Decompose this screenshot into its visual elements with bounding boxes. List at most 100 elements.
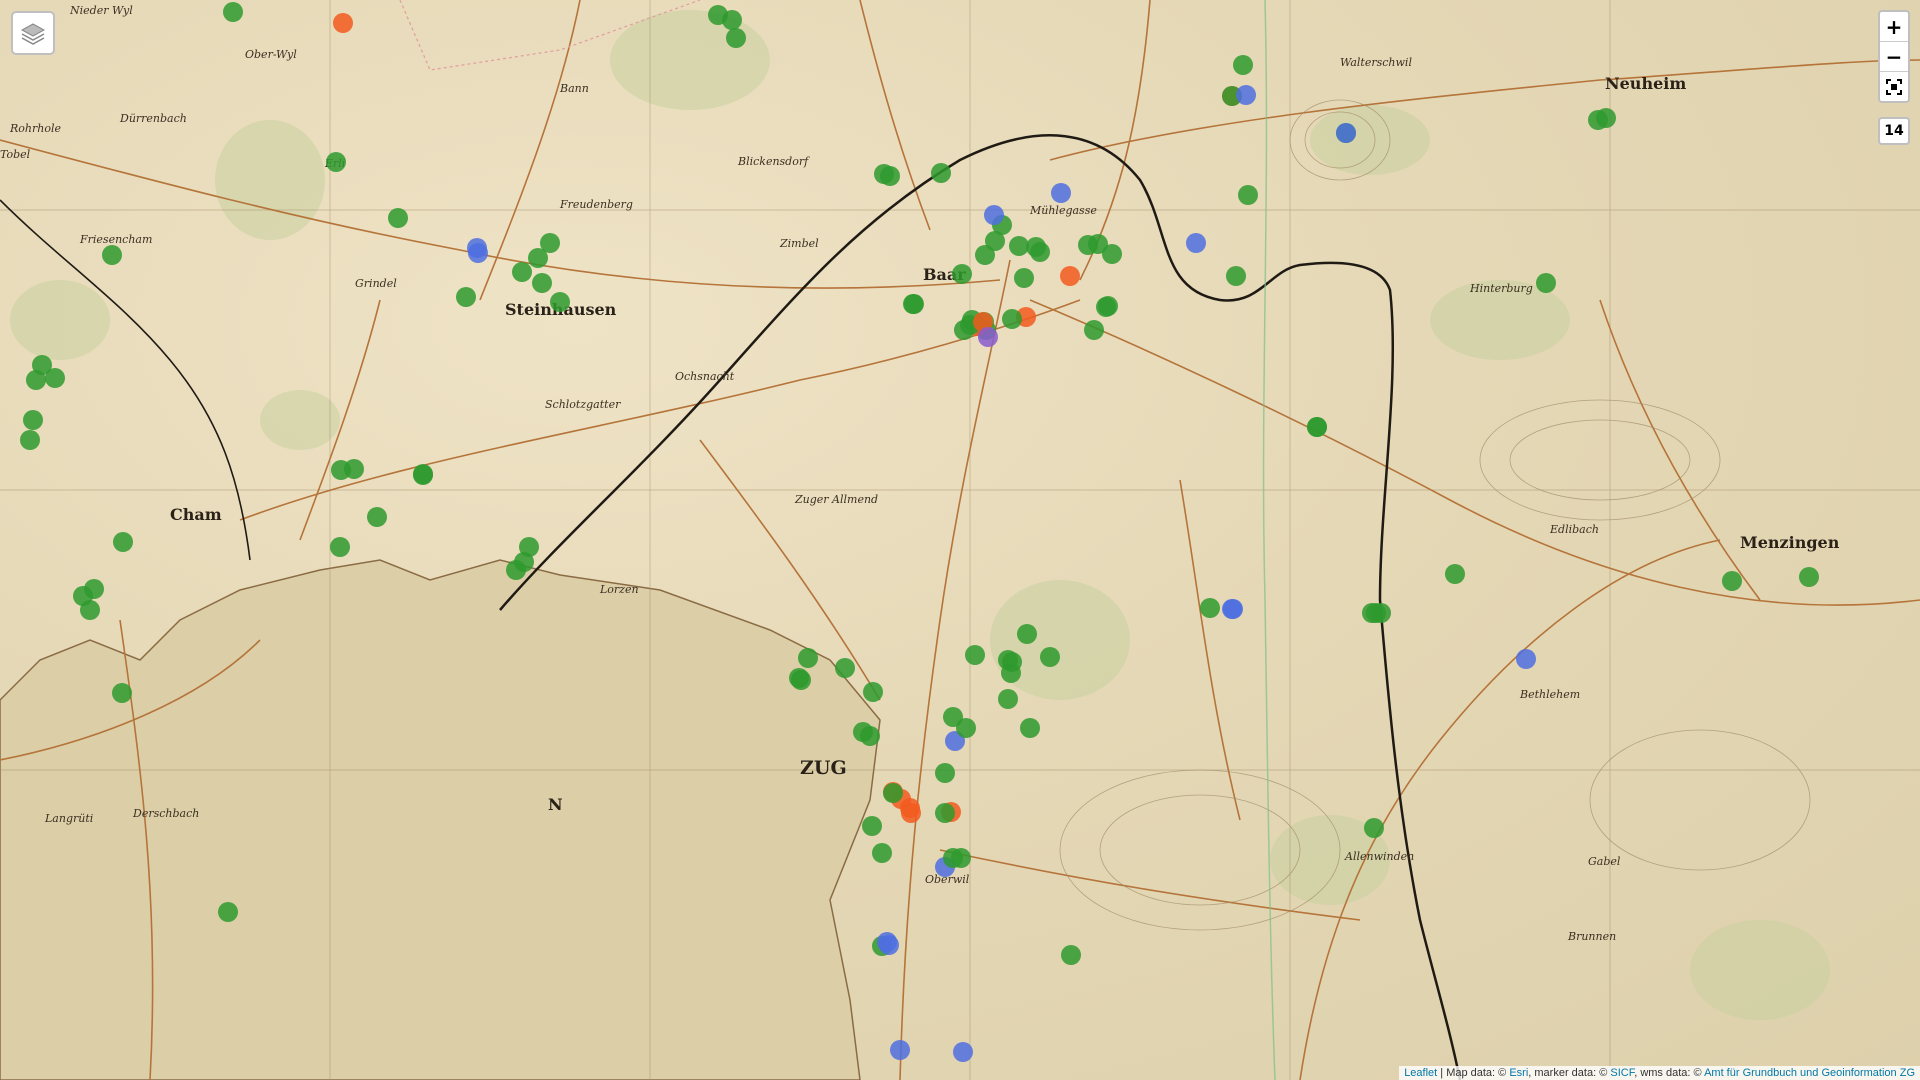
map-marker-green[interactable] bbox=[1017, 624, 1037, 644]
sicf-link[interactable]: SICF bbox=[1610, 1067, 1634, 1079]
leaflet-link[interactable]: Leaflet bbox=[1404, 1067, 1437, 1079]
map-marker-green[interactable] bbox=[1096, 297, 1116, 317]
map-marker-green[interactable] bbox=[326, 152, 346, 172]
map-marker-blue[interactable] bbox=[1336, 123, 1356, 143]
layer-switcher-button[interactable] bbox=[11, 11, 55, 55]
map-marker-orange[interactable] bbox=[333, 13, 353, 33]
map-marker-green[interactable] bbox=[1238, 185, 1258, 205]
map-marker-green[interactable] bbox=[102, 245, 122, 265]
map-marker-blue[interactable] bbox=[890, 1040, 910, 1060]
map-marker-green[interactable] bbox=[1307, 417, 1327, 437]
contours bbox=[1059, 99, 1811, 931]
map-marker-green[interactable] bbox=[528, 248, 548, 268]
zoom-level-display: 14 bbox=[1878, 117, 1910, 145]
agi-link[interactable]: Amt für Grundbuch und Geoinformation ZG bbox=[1704, 1067, 1915, 1079]
map-marker-green[interactable] bbox=[835, 658, 855, 678]
map-marker-green[interactable] bbox=[798, 648, 818, 668]
map-marker-green[interactable] bbox=[1014, 268, 1034, 288]
fullscreen-icon bbox=[1886, 78, 1902, 95]
map-marker-green[interactable] bbox=[506, 560, 526, 580]
map-marker-green[interactable] bbox=[726, 28, 746, 48]
map-marker-green[interactable] bbox=[1002, 309, 1022, 329]
map-marker-blue[interactable] bbox=[1516, 649, 1536, 669]
map-marker-green[interactable] bbox=[1722, 571, 1742, 591]
attribution-text-3: , wms data: © bbox=[1634, 1067, 1705, 1079]
map-marker-green[interactable] bbox=[863, 682, 883, 702]
map-marker-green[interactable] bbox=[1445, 564, 1465, 584]
map-marker-blue[interactable] bbox=[984, 205, 1004, 225]
map-marker-green[interactable] bbox=[1799, 567, 1819, 587]
map-marker-green[interactable] bbox=[956, 718, 976, 738]
map-marker-green[interactable] bbox=[965, 645, 985, 665]
map-marker-blue[interactable] bbox=[467, 238, 487, 258]
map-marker-orange[interactable] bbox=[901, 803, 921, 823]
map-marker-green[interactable] bbox=[862, 816, 882, 836]
map-marker-green[interactable] bbox=[223, 2, 243, 22]
map-marker-green[interactable] bbox=[1088, 234, 1108, 254]
map-marker-green[interactable] bbox=[218, 902, 238, 922]
map-marker-green[interactable] bbox=[20, 430, 40, 450]
map-marker-green[interactable] bbox=[1200, 598, 1220, 618]
map-marker-green[interactable] bbox=[330, 537, 350, 557]
map-marker-green[interactable] bbox=[975, 245, 995, 265]
map-marker-green[interactable] bbox=[1233, 55, 1253, 75]
esri-link[interactable]: Esri bbox=[1509, 1067, 1528, 1079]
map-marker-green[interactable] bbox=[931, 163, 951, 183]
map-marker-green[interactable] bbox=[1364, 818, 1384, 838]
map-marker-green[interactable] bbox=[73, 586, 93, 606]
map-marker-green[interactable] bbox=[26, 370, 46, 390]
map-marker-green[interactable] bbox=[935, 803, 955, 823]
map-marker-green[interactable] bbox=[951, 848, 971, 868]
map-marker-green[interactable] bbox=[880, 166, 900, 186]
map-marker-green[interactable] bbox=[45, 368, 65, 388]
map-marker-green[interactable] bbox=[367, 507, 387, 527]
map-marker-green[interactable] bbox=[456, 287, 476, 307]
map-marker-green[interactable] bbox=[998, 689, 1018, 709]
map-marker-green[interactable] bbox=[1020, 718, 1040, 738]
map-marker-green[interactable] bbox=[1226, 266, 1246, 286]
map-marker-blue[interactable] bbox=[1051, 183, 1071, 203]
zoom-out-button[interactable]: − bbox=[1880, 42, 1908, 72]
map-marker-green[interactable] bbox=[1026, 237, 1046, 257]
map-marker-green[interactable] bbox=[1040, 647, 1060, 667]
map-marker-green[interactable] bbox=[1009, 236, 1029, 256]
map-marker-green[interactable] bbox=[532, 273, 552, 293]
attribution-text-2: , marker data: © bbox=[1528, 1067, 1611, 1079]
map-marker-green[interactable] bbox=[1588, 110, 1608, 130]
map-marker-green[interactable] bbox=[935, 763, 955, 783]
map-marker-green[interactable] bbox=[112, 683, 132, 703]
map-marker-orange[interactable] bbox=[1060, 266, 1080, 286]
map-marker-green[interactable] bbox=[883, 783, 903, 803]
map-marker-green[interactable] bbox=[952, 264, 972, 284]
map-marker-green[interactable] bbox=[23, 410, 43, 430]
map-marker-green[interactable] bbox=[722, 10, 742, 30]
map-marker-green[interactable] bbox=[1001, 663, 1021, 683]
historic-basemap bbox=[0, 0, 1920, 1080]
map-marker-blue[interactable] bbox=[1223, 599, 1243, 619]
map-marker-green[interactable] bbox=[1061, 945, 1081, 965]
map-marker-blue[interactable] bbox=[879, 935, 899, 955]
map-marker-green[interactable] bbox=[1371, 603, 1391, 623]
map-marker-green[interactable] bbox=[512, 262, 532, 282]
zoom-in-button[interactable]: + bbox=[1880, 12, 1908, 42]
map-marker-green[interactable] bbox=[519, 537, 539, 557]
map-marker-blue[interactable] bbox=[1236, 85, 1256, 105]
map-marker-green[interactable] bbox=[388, 208, 408, 228]
map-marker-green[interactable] bbox=[791, 670, 811, 690]
map-marker-blue[interactable] bbox=[1186, 233, 1206, 253]
map-canvas[interactable]: Nieder Wyl Ober-Wyl Rohrhole Tobel Dürrenbac… bbox=[0, 0, 1920, 1080]
map-marker-blue[interactable] bbox=[953, 1042, 973, 1062]
map-marker-green[interactable] bbox=[903, 294, 923, 314]
map-marker-green[interactable] bbox=[872, 843, 892, 863]
map-marker-green[interactable] bbox=[1084, 320, 1104, 340]
zoom-control: + − bbox=[1878, 10, 1910, 103]
fullscreen-button[interactable] bbox=[1880, 72, 1908, 101]
map-marker-green[interactable] bbox=[344, 459, 364, 479]
map-marker-green[interactable] bbox=[1536, 273, 1556, 293]
attribution-bar: Leaflet | Map data: © Esri, marker data:… bbox=[1399, 1066, 1920, 1080]
map-marker-green[interactable] bbox=[113, 532, 133, 552]
map-marker-green[interactable] bbox=[550, 292, 570, 312]
map-marker-purple[interactable] bbox=[978, 327, 998, 347]
map-marker-green[interactable] bbox=[413, 464, 433, 484]
map-marker-green[interactable] bbox=[853, 722, 873, 742]
